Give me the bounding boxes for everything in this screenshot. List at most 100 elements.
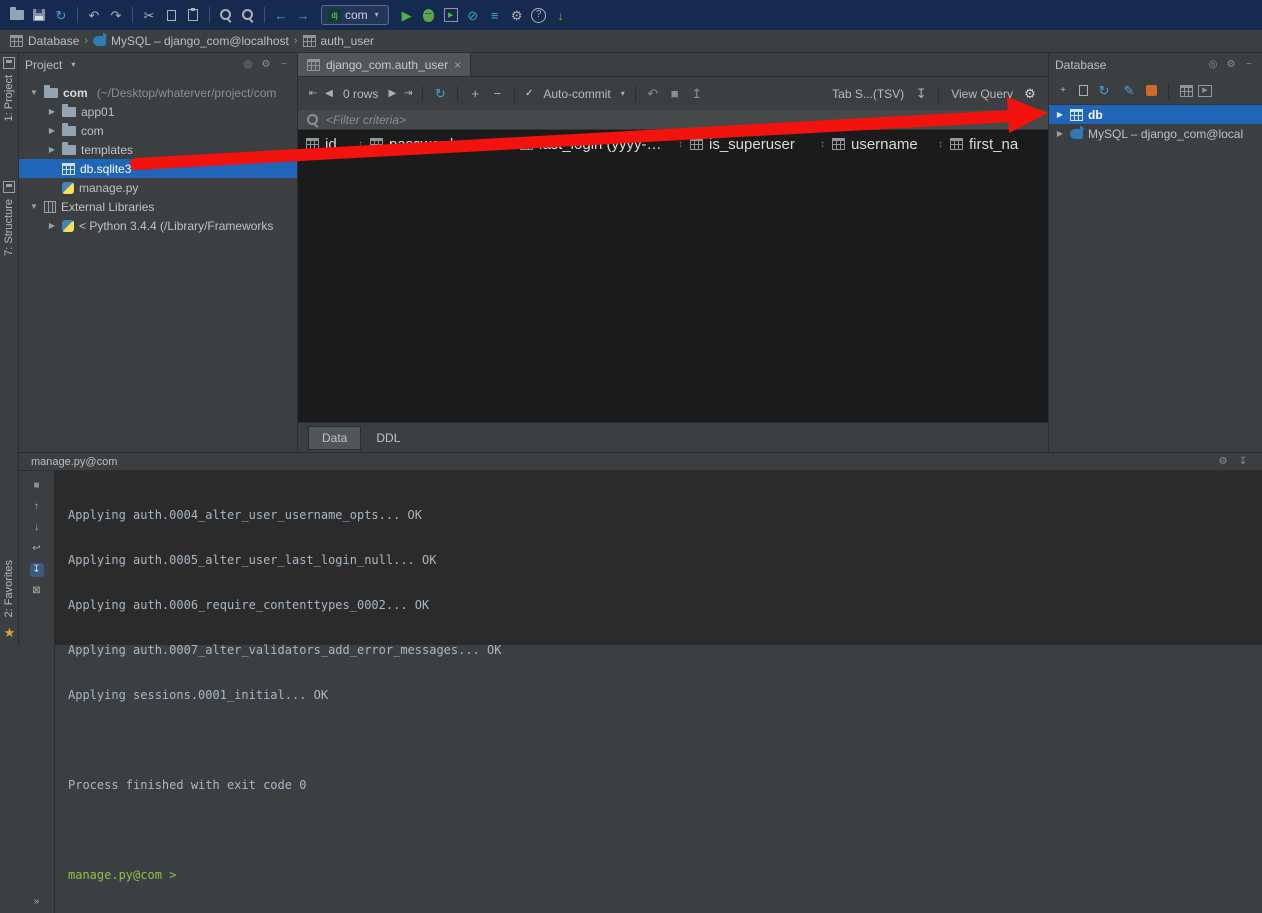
next-page-icon[interactable]: ▶ bbox=[385, 87, 399, 101]
update-project-icon[interactable]: ↓ bbox=[551, 5, 571, 25]
collapsed-arrow-icon[interactable]: ▶ bbox=[47, 126, 57, 135]
run-configuration-selector[interactable]: dj com ▾ bbox=[321, 5, 389, 25]
cut-icon[interactable]: ✂ bbox=[139, 5, 159, 25]
export-download-icon[interactable]: ↧ bbox=[911, 84, 931, 104]
chevron-down-icon[interactable]: ▾ bbox=[618, 87, 628, 101]
run-with-coverage-icon[interactable]: ▶ bbox=[441, 5, 461, 25]
column-header-password[interactable]: password ↕ bbox=[370, 136, 520, 153]
grid-settings-gear-icon[interactable]: ⚙ bbox=[1020, 84, 1040, 104]
sort-icon[interactable]: ↕ bbox=[820, 139, 825, 150]
edit-source-icon[interactable]: ✎ bbox=[1119, 81, 1139, 101]
chevron-down-icon[interactable]: ▾ bbox=[68, 58, 78, 72]
favorites-star-icon[interactable]: ★ bbox=[3, 626, 16, 639]
sort-icon[interactable]: ↕ bbox=[358, 139, 363, 150]
tab-ddl[interactable]: DDL bbox=[363, 427, 413, 449]
column-header-id[interactable]: id ↕ bbox=[306, 136, 370, 153]
tree-row-python-sdk[interactable]: ▶ < Python 3.4.4 (/Library/Frameworks bbox=[19, 216, 297, 235]
breadcrumb-database[interactable]: Database bbox=[10, 34, 79, 48]
open-file-icon[interactable] bbox=[7, 5, 27, 25]
structure-tool-icon[interactable] bbox=[3, 181, 15, 193]
zoom-out-icon[interactable] bbox=[238, 5, 258, 25]
tree-row-templates[interactable]: ▶ templates bbox=[19, 140, 297, 159]
navigate-back-icon[interactable]: ← bbox=[271, 5, 291, 25]
stripe-structure-button[interactable]: 7: Structure bbox=[3, 199, 15, 256]
settings-icon[interactable]: ⚙ bbox=[507, 5, 527, 25]
tab-data[interactable]: Data bbox=[308, 426, 361, 450]
tree-row-manage-py[interactable]: manage.py bbox=[19, 178, 297, 197]
tree-row-external-libraries[interactable]: ▼ External Libraries bbox=[19, 197, 297, 216]
revert-changes-icon[interactable]: ↶ bbox=[643, 84, 663, 104]
table-data-grid[interactable] bbox=[298, 158, 1048, 422]
console-settings-icon[interactable]: ⚙ bbox=[1216, 455, 1230, 469]
panel-settings-icon[interactable]: ⚙ bbox=[259, 58, 273, 72]
last-page-icon[interactable]: ⇥ bbox=[401, 87, 415, 101]
scroll-to-end-icon[interactable]: ↧ bbox=[30, 563, 44, 577]
tree-row-root-com[interactable]: ▼ com (~/Desktop/whaterver/project/com bbox=[19, 83, 297, 102]
paste-icon[interactable] bbox=[183, 5, 203, 25]
refresh-icon[interactable]: ↻ bbox=[1094, 81, 1114, 101]
sort-icon[interactable]: ↕ bbox=[678, 139, 683, 150]
hide-panel-icon[interactable]: − bbox=[1242, 58, 1256, 72]
table-filter-row[interactable]: <Filter criteria> bbox=[298, 110, 1048, 130]
expanded-arrow-icon[interactable]: ▼ bbox=[29, 202, 39, 211]
power-save-icon[interactable]: ⊘ bbox=[463, 5, 483, 25]
table-view-icon[interactable] bbox=[1179, 84, 1193, 98]
project-tool-icon[interactable] bbox=[3, 57, 15, 69]
collapsed-arrow-icon[interactable]: ▶ bbox=[1055, 110, 1065, 119]
open-console-icon[interactable]: ▶ bbox=[1198, 84, 1212, 98]
export-format-label[interactable]: Tab S...(TSV) bbox=[832, 87, 904, 101]
run-icon[interactable]: ▶ bbox=[397, 5, 417, 25]
stop-icon[interactable]: ■ bbox=[665, 84, 685, 104]
console-title[interactable]: manage.py@com bbox=[31, 456, 117, 468]
add-row-icon[interactable]: + bbox=[465, 84, 485, 104]
sort-icon[interactable]: ↕ bbox=[938, 139, 943, 150]
float-mode-icon[interactable]: ◎ bbox=[1206, 58, 1220, 72]
column-header-first-name[interactable]: first_na bbox=[950, 136, 1048, 153]
view-options-icon[interactable]: ≡ bbox=[485, 5, 505, 25]
dock-panel-icon[interactable]: ↧ bbox=[1236, 455, 1250, 469]
help-icon[interactable]: ? bbox=[529, 5, 549, 25]
add-data-source-icon[interactable]: + bbox=[1056, 84, 1070, 98]
more-actions-icon[interactable]: » bbox=[30, 895, 44, 909]
submit-changes-icon[interactable]: ↥ bbox=[687, 84, 707, 104]
previous-page-icon[interactable]: ◀ bbox=[322, 87, 336, 101]
column-header-last-login[interactable]: last_login (yyyy-… ↕ bbox=[520, 136, 690, 153]
collapsed-arrow-icon[interactable]: ▶ bbox=[47, 107, 57, 116]
close-icon[interactable]: × bbox=[454, 58, 461, 72]
scroll-down-icon[interactable]: ↓ bbox=[30, 521, 44, 535]
disconnect-icon[interactable] bbox=[1144, 84, 1158, 98]
tree-row-db-sqlite3[interactable]: db.sqlite3 bbox=[19, 159, 297, 178]
tab-django-com-auth-user[interactable]: django_com.auth_user × bbox=[298, 53, 471, 76]
delete-row-icon[interactable]: − bbox=[487, 84, 507, 104]
stripe-favorites-button[interactable]: 2: Favorites bbox=[3, 560, 15, 617]
stripe-project-button[interactable]: 1: Project bbox=[3, 75, 15, 121]
soft-wrap-icon[interactable]: ↩ bbox=[30, 542, 44, 556]
rerun-stop-icon[interactable]: ■ bbox=[30, 479, 44, 493]
collapsed-arrow-icon[interactable]: ▶ bbox=[47, 145, 57, 154]
scroll-up-icon[interactable]: ↑ bbox=[30, 500, 44, 514]
synchronize-icon[interactable]: ↻ bbox=[51, 5, 71, 25]
expanded-arrow-icon[interactable]: ▼ bbox=[29, 88, 39, 97]
db-tree-row-db[interactable]: ▶ db bbox=[1049, 105, 1262, 124]
tree-row-app01[interactable]: ▶ app01 bbox=[19, 102, 297, 121]
clear-console-icon[interactable]: ⊠ bbox=[30, 584, 44, 598]
collapsed-arrow-icon[interactable]: ▶ bbox=[47, 221, 57, 230]
save-all-icon[interactable] bbox=[29, 5, 49, 25]
copy-icon[interactable] bbox=[161, 5, 181, 25]
debug-icon[interactable] bbox=[419, 5, 439, 25]
column-header-is-superuser[interactable]: is_superuser ↕ bbox=[690, 136, 832, 153]
auto-commit-check-icon[interactable]: ✓ bbox=[522, 87, 536, 101]
column-header-username[interactable]: username ↕ bbox=[832, 136, 950, 153]
auto-commit-label[interactable]: Auto-commit bbox=[543, 87, 610, 101]
reload-data-icon[interactable]: ↻ bbox=[430, 84, 450, 104]
breadcrumb-mysql[interactable]: MySQL – django_com@localhost bbox=[93, 34, 289, 48]
breadcrumb-auth-user[interactable]: auth_user bbox=[303, 34, 374, 48]
sort-icon[interactable]: ↕ bbox=[508, 139, 513, 150]
redo-icon[interactable]: ↷ bbox=[106, 5, 126, 25]
collapsed-arrow-icon[interactable]: ▶ bbox=[1055, 129, 1065, 138]
undo-icon[interactable]: ↶ bbox=[84, 5, 104, 25]
locate-file-icon[interactable]: ◎ bbox=[241, 58, 255, 72]
db-tree-row-mysql[interactable]: ▶ MySQL – django_com@local bbox=[1049, 124, 1262, 143]
navigate-forward-icon[interactable]: → bbox=[293, 5, 313, 25]
tree-row-com[interactable]: ▶ com bbox=[19, 121, 297, 140]
